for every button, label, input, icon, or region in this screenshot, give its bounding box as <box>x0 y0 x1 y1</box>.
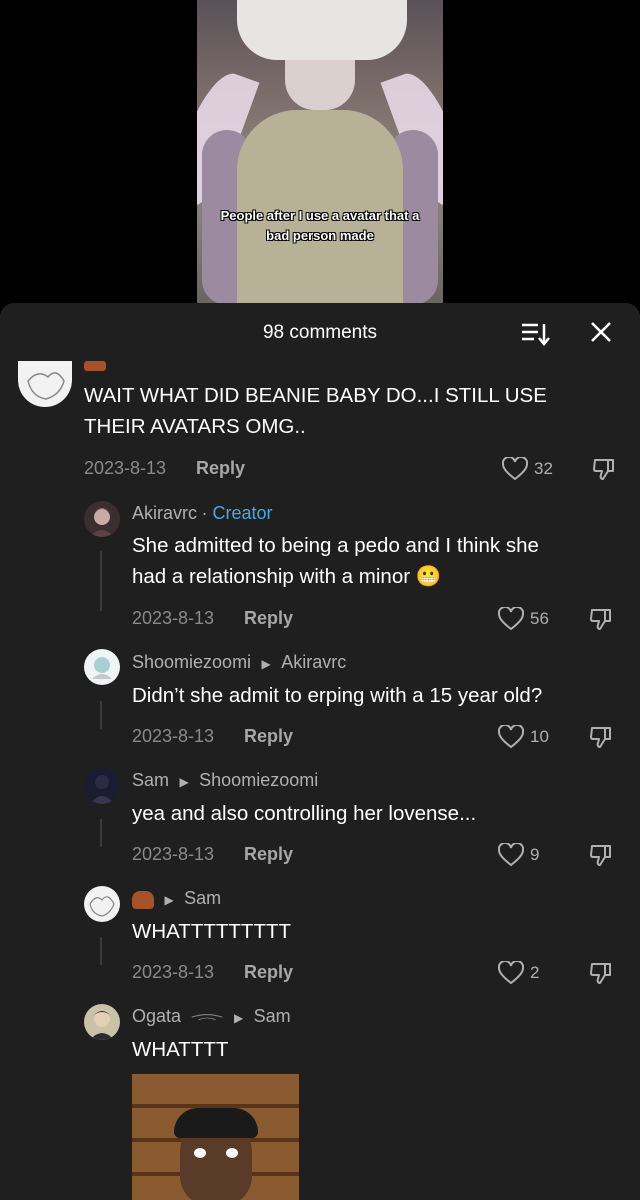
video-caption: People after I use a avatar that a bad p… <box>197 206 443 246</box>
comment-header: ▶ Sam <box>132 888 221 909</box>
author-name[interactable]: Akiravrc <box>132 503 197 523</box>
video-preview[interactable]: People after I use a avatar that a bad p… <box>197 0 443 305</box>
caption-line-2: bad person made <box>266 228 374 243</box>
avatar[interactable] <box>84 501 120 537</box>
reply-button[interactable]: Reply <box>244 608 293 629</box>
reply-arrow-icon: ▶ <box>164 893 174 907</box>
comment-header: Sam ▶ Shoomiezoomi <box>132 770 318 791</box>
grimace-emoji: 😬 <box>415 565 442 588</box>
author-name[interactable]: Sam <box>132 770 169 790</box>
heart-icon[interactable] <box>498 725 524 749</box>
heart-icon[interactable] <box>498 961 524 985</box>
attached-image[interactable] <box>132 1074 299 1200</box>
avatar[interactable] <box>84 886 120 922</box>
author-name[interactable]: Shoomiezoomi <box>132 652 251 672</box>
thread-line <box>100 551 102 611</box>
author-emoji-icon <box>132 890 154 909</box>
comment-date: 2023-8-13 <box>132 726 215 746</box>
like-count: 56 <box>530 609 549 628</box>
reply-button[interactable]: Reply <box>196 458 245 479</box>
close-icon[interactable] <box>590 321 612 343</box>
dislike-icon[interactable] <box>589 961 613 985</box>
like-count: 2 <box>530 963 540 982</box>
dislike-icon[interactable] <box>592 457 616 481</box>
comments-sheet: 98 comments WAIT WHAT DID BEANIE BABY DO… <box>0 303 640 1200</box>
like-count: 9 <box>530 845 540 864</box>
thread-line <box>100 819 102 847</box>
reply-arrow-icon: ▶ <box>261 657 271 671</box>
avatar[interactable] <box>18 361 72 407</box>
avatar[interactable] <box>84 1004 120 1040</box>
sort-icon[interactable] <box>520 321 550 347</box>
dislike-icon[interactable] <box>589 843 613 867</box>
reply-button[interactable]: Reply <box>244 962 293 983</box>
author-name[interactable]: Ogata <box>132 1006 181 1026</box>
comment-text-line: WAIT WHAT DID BEANIE BABY DO...I STILL U… <box>84 384 547 407</box>
creator-badge: Creator <box>212 503 273 523</box>
avatar-hair <box>237 0 407 60</box>
comment-text: Didn’t she admit to erping with a 15 yea… <box>132 684 543 707</box>
comment-text: WHATTTT <box>132 1038 229 1061</box>
reply-to-name[interactable]: Shoomiezoomi <box>199 770 318 790</box>
heart-icon[interactable] <box>502 457 528 481</box>
comment-date: 2023-8-13 <box>132 844 215 864</box>
eye-left <box>194 1148 206 1158</box>
heart-icon[interactable] <box>498 843 524 867</box>
comment-header: Akiravrc · Creator <box>132 503 273 524</box>
thread-line <box>100 937 102 965</box>
caption-line-1: People after I use a avatar that a <box>220 208 420 223</box>
comment-date: 2023-8-13 <box>84 458 167 478</box>
comment-text-line: had a relationship with a minor <box>132 565 411 588</box>
separator-dot: · <box>201 503 213 523</box>
reply-button[interactable]: Reply <box>244 844 293 865</box>
like-count: 32 <box>534 459 553 478</box>
dislike-icon[interactable] <box>589 607 613 631</box>
thread-line <box>100 701 102 729</box>
like-count: 10 <box>530 727 549 746</box>
reply-to-name[interactable]: Sam <box>184 888 221 908</box>
author-emoji <box>84 361 106 371</box>
reply-arrow-icon: ▶ <box>233 1011 244 1025</box>
comment-text-line: She admitted to being a pedo and I think… <box>132 534 539 557</box>
reply-button[interactable]: Reply <box>244 726 293 747</box>
comment-date: 2023-8-13 <box>132 962 215 982</box>
comment-text: yea and also controlling her lovense... <box>132 802 477 825</box>
comment-header: Ogata ▶ Sam <box>132 1006 291 1027</box>
comment-text: WAIT WHAT DID BEANIE BABY DO...I STILL U… <box>84 380 547 442</box>
durag <box>174 1108 258 1138</box>
reply-to-name[interactable]: Akiravrc <box>281 652 346 672</box>
comment-text: WHATTTTTTTTT <box>132 920 292 943</box>
avatar[interactable] <box>84 649 120 685</box>
avatar[interactable] <box>84 768 120 804</box>
comment-text: She admitted to being a pedo and I think… <box>132 530 539 592</box>
eye-right <box>226 1148 238 1158</box>
comment-text-line: THEIR AVATARS OMG.. <box>84 415 306 438</box>
heart-icon[interactable] <box>498 607 524 631</box>
comment-header: Shoomiezoomi ▶ Akiravrc <box>132 652 346 673</box>
reply-arrow-icon: ▶ <box>179 775 189 789</box>
author-decoration-icon <box>191 1013 222 1020</box>
reply-to-name[interactable]: Sam <box>254 1006 291 1026</box>
comment-date: 2023-8-13 <box>132 608 215 628</box>
dislike-icon[interactable] <box>589 725 613 749</box>
